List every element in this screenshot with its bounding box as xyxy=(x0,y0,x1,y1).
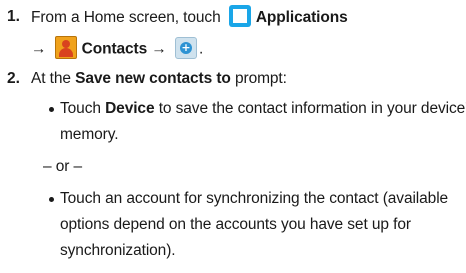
arrow-1: → xyxy=(31,40,47,58)
bullet-2-line-2: options depend on the accounts you have … xyxy=(60,216,411,233)
applications-label: Applications xyxy=(255,9,348,27)
step-1-text: From a Home screen, touch xyxy=(31,9,221,27)
contacts-icon xyxy=(54,36,77,59)
save-prompt-name: Save new contacts to xyxy=(75,70,231,87)
contacts-label: Contacts xyxy=(81,40,148,58)
device-label: Device xyxy=(105,100,155,117)
bullet-2-line-3: synchronization). xyxy=(60,242,176,259)
bullet-2-line-1: Touch an account for synchronizing the c… xyxy=(60,190,449,207)
step-2-number: 2. xyxy=(7,70,20,87)
step-1-number: 1. xyxy=(7,8,20,25)
bullet-2-marker xyxy=(49,197,54,202)
step-2-suffix: prompt: xyxy=(234,70,287,87)
step-1-line-2: → Contacts → + . xyxy=(31,36,204,61)
bullet-1-before: Touch xyxy=(60,100,101,117)
bullet-1-line-1: Touch Device to save the contact informa… xyxy=(60,99,466,119)
bullet-1-after: to save the contact information in your … xyxy=(158,100,466,117)
bullet-1-line-2: memory. xyxy=(60,126,119,143)
arrow-2: → xyxy=(151,40,167,58)
bullet-1-marker xyxy=(49,107,54,112)
step-2-prefix: At the xyxy=(31,70,71,87)
step-1-end: . xyxy=(198,40,204,58)
step-2-line: At the Save new contacts to prompt: xyxy=(31,69,287,89)
instruction-document: 1. From a Home screen, touch Application… xyxy=(0,0,466,273)
add-contact-icon: + xyxy=(174,36,197,59)
step-1-line-1: From a Home screen, touch Applications xyxy=(31,5,348,29)
apps-grid-icon xyxy=(228,5,251,27)
or-separator: – or – xyxy=(43,158,83,175)
